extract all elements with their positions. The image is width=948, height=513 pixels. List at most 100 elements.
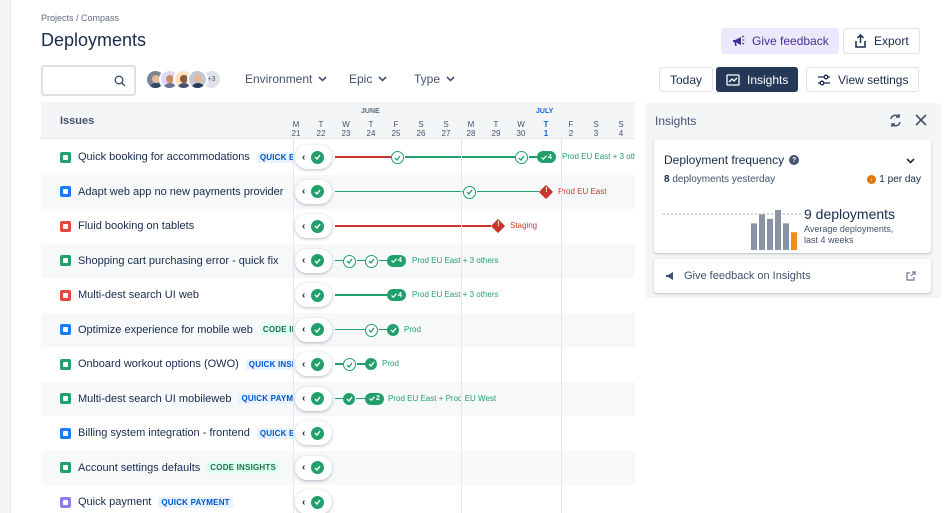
- issue-cell[interactable]: Adapt web app no new payments provider: [41, 175, 293, 209]
- search-input[interactable]: [41, 65, 136, 96]
- issue-cell[interactable]: Multi-dest search UI web: [41, 278, 293, 312]
- avatar[interactable]: [187, 69, 208, 90]
- deployment-count: 4: [398, 291, 402, 299]
- weekday-letter: T: [318, 120, 324, 129]
- insights-toggle-button[interactable]: Insights: [716, 67, 799, 92]
- table-row[interactable]: Account settings defaults CODE INSIGHTS ‹: [41, 450, 635, 485]
- table-row[interactable]: Fluid booking on tablets! Staging ‹: [41, 209, 635, 243]
- story-icon: [60, 358, 71, 370]
- table-row[interactable]: Adapt web app no new payments provider! P…: [41, 174, 635, 209]
- scroll-to-deployment-button[interactable]: ‹: [295, 421, 332, 445]
- table-row[interactable]: Quick booking for accommodations QUICK BO…: [41, 140, 635, 174]
- deployment-timeline: 4 Prod EU East + 3 others ‹: [293, 243, 635, 278]
- deployment-count: 2: [376, 395, 380, 402]
- today-button[interactable]: Today: [659, 67, 714, 92]
- assignee-avatar-group[interactable]: +3: [145, 69, 222, 90]
- deployment-marker[interactable]: [343, 254, 356, 268]
- refresh-icon[interactable]: [888, 113, 903, 128]
- issue-cell[interactable]: Quick booking for accommodations QUICK BO…: [41, 140, 293, 174]
- table-row[interactable]: Billing system integration - frontend QUI…: [41, 416, 635, 450]
- deployment-success-marker[interactable]: [365, 358, 377, 370]
- insights-feedback-link[interactable]: Give feedback on Insights: [654, 259, 931, 293]
- scroll-to-deployment-button[interactable]: ‹: [295, 317, 332, 342]
- day-number: 22: [316, 129, 326, 138]
- deployment-frequency-title: Deployment frequency: [664, 153, 785, 167]
- table-row[interactable]: Multi-dest search UI web 4 Prod EU East + …: [41, 278, 635, 312]
- scroll-to-deployment-button[interactable]: ‹: [295, 352, 332, 376]
- environment-filter[interactable]: Environment: [245, 72, 327, 86]
- deployment-marker[interactable]: [365, 254, 378, 268]
- deployment-connector: [335, 190, 463, 192]
- deployment-connector: [405, 156, 515, 158]
- breadcrumb[interactable]: Projects / Compass: [41, 13, 119, 23]
- deployment-count-badge[interactable]: 4: [537, 151, 556, 163]
- table-row[interactable]: Onboard workout options (OWO) QUICK INSIG…: [41, 347, 635, 381]
- scroll-to-deployment-button[interactable]: ‹: [295, 283, 332, 307]
- scroll-to-deployment-button[interactable]: ‹: [295, 248, 332, 273]
- deployment-connector: [357, 259, 365, 261]
- day-label: W 23: [336, 120, 356, 138]
- day-label: T1: [536, 120, 556, 138]
- deployment-count-badge[interactable]: 4: [387, 254, 406, 267]
- epic-filter[interactable]: Epic: [349, 72, 387, 86]
- issue-cell[interactable]: Fluid booking on tablets: [41, 209, 293, 243]
- check-icon: [311, 461, 325, 474]
- failed-deployment-icon[interactable]: !: [538, 184, 554, 199]
- subtask-icon: [60, 186, 71, 197]
- table-row[interactable]: Quick payment QUICK PAYMENT ‹: [41, 485, 635, 513]
- scroll-to-deployment-button[interactable]: ‹: [295, 490, 332, 513]
- issue-cell[interactable]: Shopping cart purchasing error - quick f…: [41, 244, 293, 278]
- scroll-to-deployment-button[interactable]: ‹: [295, 179, 332, 204]
- issue-cell[interactable]: Optimize experience for mobile web CODE I…: [41, 313, 293, 347]
- chevron-left-icon: ‹: [302, 358, 306, 370]
- failed-deployment-icon[interactable]: !: [490, 218, 506, 234]
- deployment-environment-label: Prod EU East + 3 others: [562, 152, 635, 161]
- deployment-count-badge[interactable]: 4: [387, 289, 406, 301]
- deployment-success-marker[interactable]: [343, 392, 355, 405]
- deployment-connector: [335, 225, 491, 227]
- deployment-timeline: Prod ‹: [293, 312, 635, 347]
- deployment-success-marker[interactable]: [387, 323, 399, 336]
- deployment-count-badge[interactable]: 2: [365, 392, 384, 405]
- view-settings-button[interactable]: View settings: [806, 67, 920, 92]
- deployment-marker[interactable]: [365, 323, 378, 337]
- issue-cell[interactable]: Billing system integration - frontend QUI…: [41, 416, 293, 450]
- export-button[interactable]: Export: [843, 28, 920, 54]
- deployment-marker[interactable]: [515, 151, 528, 164]
- deployment-bar: [767, 218, 773, 250]
- table-row[interactable]: Multi-dest search UI mobileweb QUICK PAYM…: [41, 381, 635, 416]
- close-icon[interactable]: [914, 113, 928, 127]
- issue-cell[interactable]: Quick payment QUICK PAYMENT: [41, 485, 293, 513]
- deployment-marker[interactable]: [343, 358, 356, 371]
- type-filter[interactable]: Type: [414, 72, 455, 86]
- day-number: 4: [618, 129, 624, 138]
- deployment-environment-label: Prod: [382, 359, 399, 368]
- issue-cell[interactable]: Multi-dest search UI mobileweb QUICK PAYM…: [41, 382, 293, 416]
- deployment-marker[interactable]: [391, 151, 404, 164]
- issue-title: Multi-dest search UI web: [78, 289, 200, 301]
- issue-cell[interactable]: Account settings defaults CODE INSIGHTS: [41, 451, 293, 485]
- scroll-to-deployment-button[interactable]: ‹: [295, 214, 332, 238]
- scroll-to-deployment-button[interactable]: ‹: [295, 455, 332, 480]
- check-icon: [311, 392, 325, 405]
- table-row[interactable]: Shopping cart purchasing error - quick f…: [41, 243, 635, 278]
- scroll-to-deployment-button[interactable]: ‹: [295, 386, 332, 411]
- timeline-header: Issues JUNE JULY M 21 T 22 W 23 T 24 F 25 S 26 S 27 M 28…: [41, 102, 635, 139]
- chevron-left-icon: ‹: [302, 324, 306, 335]
- deployment-bar-chart: [663, 210, 803, 250]
- give-feedback-button[interactable]: Give feedback: [721, 28, 839, 54]
- chevron-down-icon[interactable]: [906, 158, 915, 164]
- external-link-icon: [906, 271, 916, 281]
- chevron-left-icon: ‹: [302, 255, 306, 266]
- deployment-marker[interactable]: [463, 185, 476, 199]
- weekday-letter: M: [467, 120, 475, 129]
- scroll-to-deployment-button[interactable]: ‹: [295, 145, 332, 169]
- check-icon: [311, 150, 325, 164]
- deployment-connector: [379, 328, 387, 330]
- deployment-connector: [356, 397, 365, 399]
- weekday-letter: T: [368, 120, 374, 129]
- epic-filter-label: Epic: [349, 72, 373, 86]
- issue-cell[interactable]: Onboard workout options (OWO) QUICK INSIG…: [41, 347, 293, 381]
- help-icon[interactable]: ?: [789, 155, 800, 165]
- table-row[interactable]: Optimize experience for mobile web CODE I…: [41, 312, 635, 347]
